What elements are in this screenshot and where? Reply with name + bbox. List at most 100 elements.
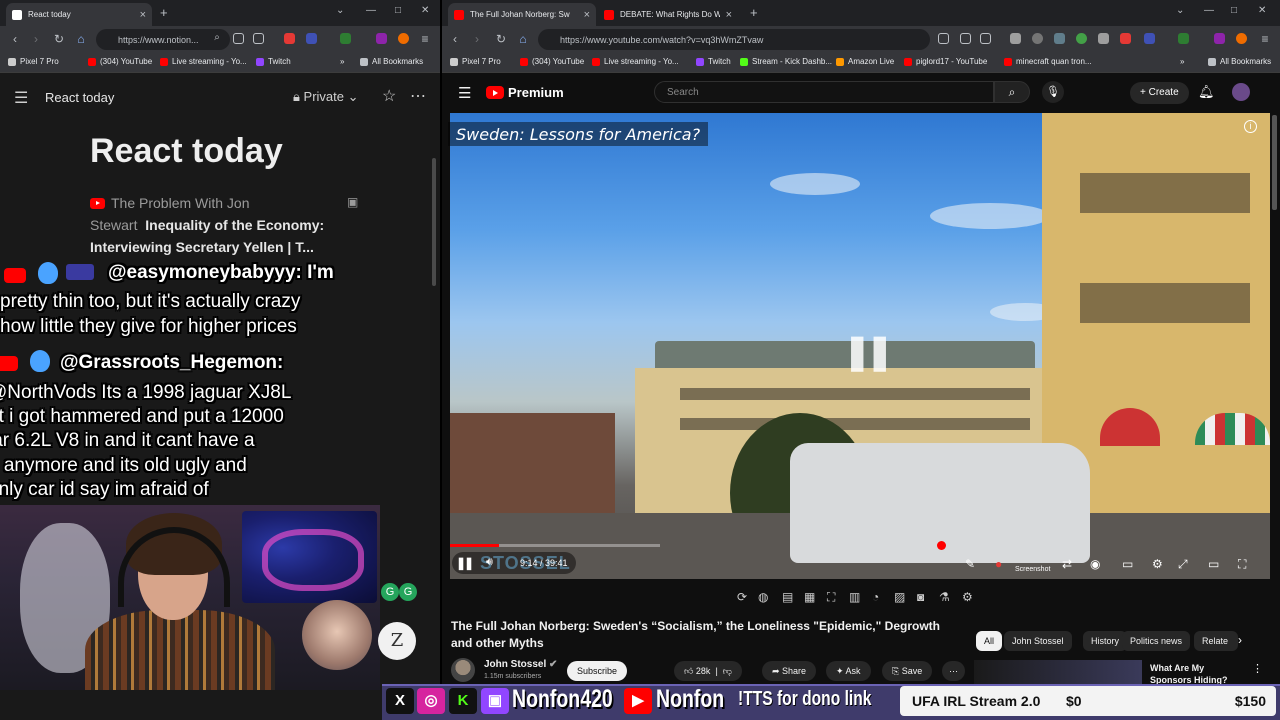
bookmark-pixel[interactable]: Pixel 7 Pro [8, 57, 59, 66]
bookmark-pixel[interactable]: Pixel 7 Pro [450, 57, 501, 66]
reload-icon[interactable]: ↻ [494, 32, 508, 46]
save-button[interactable]: ⎘ Save [882, 661, 933, 681]
info-icon[interactable]: i [1244, 120, 1257, 133]
search-icon[interactable]: ⌕ [210, 32, 224, 43]
bookmark-icon[interactable] [980, 33, 991, 44]
settings-gear-icon[interactable]: ⚙ [1152, 557, 1163, 571]
chip-related[interactable]: Relate [1194, 631, 1238, 651]
more-options-icon[interactable]: ⋯ [410, 86, 427, 106]
create-button[interactable]: + Create [1130, 82, 1189, 104]
maximize-icon[interactable]: □ [1231, 5, 1237, 16]
search-input[interactable]: Search [654, 81, 994, 103]
ext-frame-icon[interactable]: ▤ [782, 590, 793, 604]
new-tab-icon[interactable]: + [160, 5, 168, 20]
bookmarks-overflow[interactable]: » [340, 57, 344, 66]
extension-globe-icon[interactable] [1032, 33, 1043, 44]
ext-grid-icon[interactable]: ▥ [849, 590, 860, 604]
back-icon[interactable]: ‹ [8, 32, 22, 46]
bookmark-piglord[interactable]: piglord17 - YouTube [904, 57, 987, 66]
extension-ghost-icon[interactable] [1098, 33, 1109, 44]
ext-crop-icon[interactable]: ⛶ [827, 590, 835, 605]
forward-icon[interactable]: › [29, 32, 43, 46]
favorite-star-icon[interactable]: ☆ [382, 86, 396, 106]
notifications-bell-icon[interactable]: 🔔︎ [1198, 84, 1215, 100]
bookmark-minecraft[interactable]: minecraft quan tron... [1004, 57, 1092, 66]
bookmark-amazon-live[interactable]: Amazon Live [836, 57, 894, 66]
home-icon[interactable]: ⌂ [516, 32, 530, 46]
close-tab-icon[interactable]: × [584, 9, 590, 21]
comment-icon[interactable]: ▣ [347, 195, 358, 209]
ext-loop-icon[interactable]: ⟳ [737, 590, 747, 604]
ext-settings-icon[interactable]: ⚙ [962, 590, 973, 604]
pencil-icon[interactable]: ✎ [965, 557, 975, 571]
forward-icon[interactable]: › [470, 32, 484, 46]
extension-purple-icon[interactable] [376, 33, 387, 44]
channel-name[interactable]: John Stossel ✔ [484, 659, 557, 670]
chip-all[interactable]: All [976, 631, 1003, 651]
recommended-title[interactable]: What Are My Sponsors Hiding? [1150, 662, 1240, 686]
all-bookmarks[interactable]: All Bookmarks [1208, 57, 1271, 66]
pause-button-icon[interactable]: ❚❚ [456, 556, 474, 570]
tab-search-icon[interactable]: ⌄ [1176, 5, 1184, 16]
tab-react-today[interactable]: React today × [6, 3, 152, 26]
profile-avatar-icon[interactable] [1236, 33, 1247, 44]
minimize-icon[interactable]: — [1204, 5, 1214, 16]
extension-copy-icon[interactable] [1144, 33, 1155, 44]
guide-menu-icon[interactable]: ☰ [458, 84, 471, 102]
voice-search-icon[interactable]: 🎙︎ [1042, 81, 1064, 103]
install-icon[interactable] [233, 33, 244, 44]
youtube-premium-logo[interactable]: Premium [486, 85, 564, 100]
extension-copy-icon[interactable] [306, 33, 317, 44]
menu-icon[interactable]: ≡ [1258, 32, 1272, 46]
bookmarks-overflow[interactable]: » [1180, 57, 1184, 66]
back-icon[interactable]: ‹ [448, 32, 462, 46]
tab-search-icon[interactable]: ⌄ [336, 5, 344, 16]
chip-politics-news[interactable]: Politics news [1122, 631, 1191, 651]
chip-scroll-right-icon[interactable]: › [1238, 633, 1242, 647]
share-button[interactable]: ➦ Share [762, 661, 817, 681]
share-private-button[interactable]: 🔒︎ Private ⌄ [293, 89, 359, 105]
theater-mode-icon[interactable]: ▭ [1208, 557, 1219, 571]
progress-scrubber[interactable] [936, 541, 946, 550]
miniplayer-icon[interactable]: ⤢ [1178, 557, 1188, 572]
menu-icon[interactable]: ≡ [418, 32, 432, 46]
volume-icon[interactable]: 🔊︎ [486, 556, 493, 569]
scrollbar[interactable] [432, 158, 436, 286]
captions-icon[interactable]: ▭ [1122, 557, 1133, 571]
close-tab-icon[interactable]: × [726, 9, 732, 21]
account-avatar[interactable] [1232, 83, 1250, 101]
subscribe-button[interactable]: Subscribe [567, 661, 628, 681]
extension-flask-icon[interactable] [340, 33, 351, 44]
new-tab-icon[interactable]: + [750, 5, 758, 20]
bookmark-youtube[interactable]: (304) YouTube [88, 57, 152, 66]
grammarly-icon[interactable]: G [399, 583, 417, 601]
screenshot-icon[interactable]: ● [995, 557, 1002, 571]
like-button[interactable]: 👍︎ 28k | 👎︎ [674, 661, 742, 681]
home-icon[interactable]: ⌂ [74, 32, 88, 46]
extension-flask-icon[interactable] [1178, 33, 1189, 44]
extension-purple-icon[interactable] [1214, 33, 1225, 44]
sidebar-toggle-icon[interactable]: ☰ [14, 88, 28, 108]
bookmark-kick[interactable]: Stream - Kick Dashb... [740, 57, 832, 66]
grammarly-icon[interactable]: G [381, 583, 399, 601]
page-scrollbar[interactable] [1272, 115, 1277, 210]
fullscreen-icon[interactable]: ⛶ [1238, 557, 1246, 572]
bookmark-icon[interactable] [253, 33, 264, 44]
close-window-icon[interactable]: ✕ [1258, 5, 1266, 16]
more-actions-icon[interactable]: ⋯ [942, 661, 965, 681]
loop-icon[interactable]: ⇄ [1062, 557, 1072, 571]
ext-film-icon[interactable]: ▦ [804, 590, 815, 604]
chip-john-stossel[interactable]: John Stossel [1004, 631, 1072, 651]
all-bookmarks[interactable]: All Bookmarks [360, 57, 423, 66]
bookmark-youtube[interactable]: (304) YouTube [520, 57, 584, 66]
close-tab-icon[interactable]: × [140, 9, 146, 21]
extension-record-icon[interactable] [1120, 33, 1131, 44]
close-window-icon[interactable]: ✕ [421, 5, 429, 16]
ext-flask-icon[interactable]: ⚗ [939, 590, 950, 604]
ext-camera-icon[interactable]: ◙ [917, 590, 924, 604]
bookmark-twitch[interactable]: Twitch [256, 57, 291, 66]
ext-audio-icon[interactable]: ◍ [758, 590, 768, 604]
extension-record-icon[interactable] [284, 33, 295, 44]
ask-button[interactable]: ✦ Ask [826, 661, 871, 681]
maximize-icon[interactable]: □ [395, 5, 401, 16]
